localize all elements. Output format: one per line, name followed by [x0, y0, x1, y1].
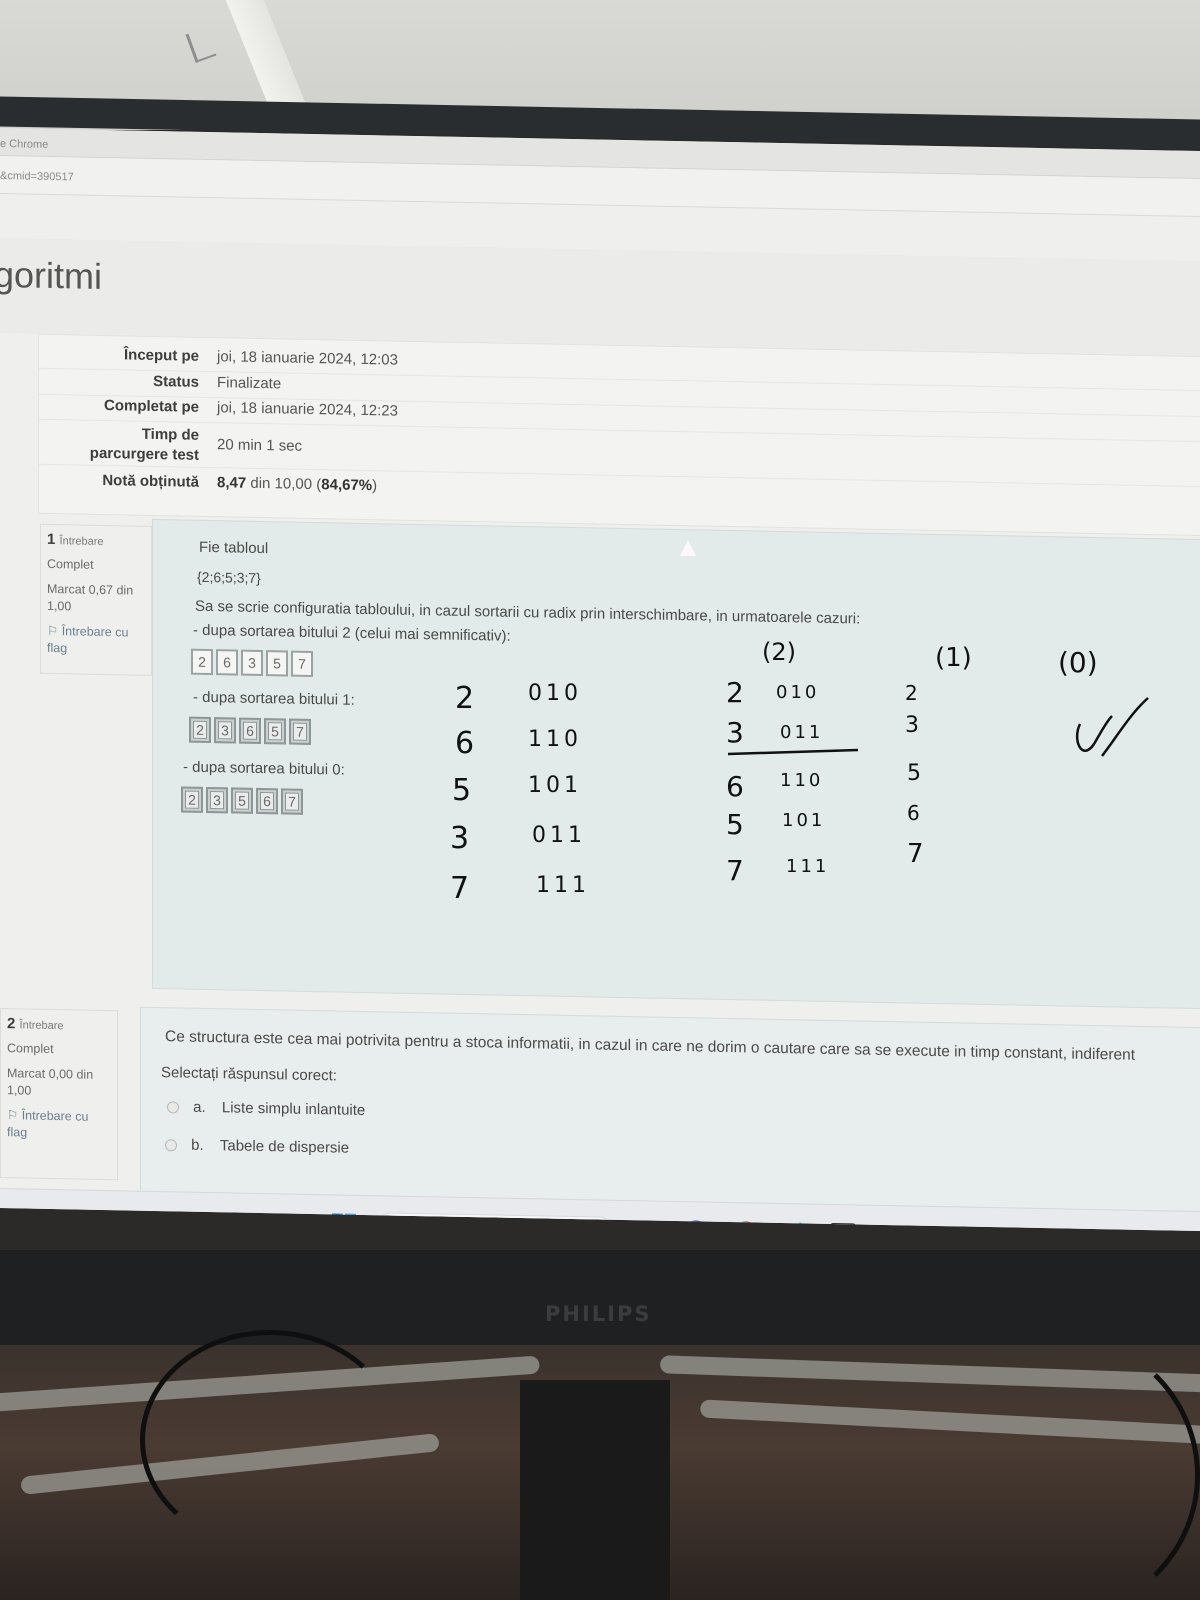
- flag-question-link[interactable]: ⚐ Întrebare cu flag: [7, 1107, 111, 1143]
- answer-tile[interactable]: 6: [216, 649, 238, 676]
- question-intro: Fie tabloul: [199, 538, 269, 558]
- monitor-brand-logo: PHILIPS: [545, 1302, 652, 1326]
- answer-tile-value: 7: [285, 792, 299, 811]
- grade-score: 8,47: [217, 474, 247, 492]
- summary-value: joi, 18 ianuarie 2024, 12:23: [217, 399, 398, 420]
- question-mark: Marcat 0,00 din 1,00: [7, 1066, 94, 1098]
- teams-chat-icon[interactable]: [683, 1220, 709, 1232]
- answer-tile[interactable]: 2: [191, 648, 213, 676]
- terminal-icon[interactable]: [830, 1222, 856, 1232]
- question-state: Complet: [7, 1041, 54, 1057]
- option-text: Tabele de dispersie: [219, 1137, 350, 1157]
- answer-tile[interactable]: 5: [231, 787, 253, 814]
- case-1-label: - dupa sortarea bitului 2 (celui mai sem…: [193, 621, 511, 645]
- vscode-icon[interactable]: [782, 1222, 808, 1231]
- monitor-stand: [520, 1380, 670, 1600]
- answer-tile[interactable]: 2: [181, 786, 203, 813]
- answer-tile[interactable]: 7: [289, 718, 311, 745]
- summary-value: joi, 18 ianuarie 2024, 12:03: [217, 348, 398, 369]
- course-title: goritmi: [0, 253, 103, 297]
- grade-mid: din 10,00 (: [246, 474, 322, 494]
- summary-label: Început pe: [123, 346, 199, 365]
- answer-tile[interactable]: 2: [189, 716, 211, 744]
- summary-value: Finalizate: [217, 374, 282, 393]
- answer-tile-value: 2: [185, 790, 199, 809]
- grade-end: ): [372, 477, 378, 495]
- flag-question-link[interactable]: ⚐ Întrebare cu flag: [47, 623, 145, 659]
- answer-tile[interactable]: 3: [241, 649, 263, 677]
- answer-option-a[interactable]: a. Liste simplu inlantuite: [167, 1098, 365, 1119]
- summary-label: Status: [153, 372, 199, 391]
- answer-tile-value: 5: [235, 791, 249, 810]
- case-1-answer-tiles[interactable]: 2 6 3 5 7: [191, 648, 313, 678]
- case-2-label: - dupa sortarea bitului 1:: [193, 688, 355, 709]
- summary-label: Timp de parcurgere test: [89, 425, 199, 464]
- taskbar-search[interactable]: Search: [376, 1212, 614, 1232]
- search-placeholder: Search: [413, 1219, 461, 1232]
- question-number: 2 Întrebare: [7, 1015, 111, 1034]
- monitor-screen: e Chrome &cmid=390517 goritmi Început pe…: [0, 128, 1200, 1232]
- url-text[interactable]: &cmid=390517: [0, 170, 74, 183]
- windows-start-icon[interactable]: [332, 1213, 356, 1232]
- radio-button[interactable]: [167, 1101, 179, 1114]
- browser-tab-title[interactable]: e Chrome: [0, 138, 48, 151]
- question-number-value: 1: [47, 530, 56, 549]
- answer-tile[interactable]: 3: [214, 717, 236, 744]
- question-number: 1 Întrebare: [47, 531, 145, 550]
- answer-tile-value: 7: [293, 722, 307, 741]
- answer-tile[interactable]: 6: [239, 717, 261, 745]
- question-number-label: Întrebare: [19, 1019, 64, 1033]
- flag-question-label[interactable]: Întrebare cu flag: [47, 624, 128, 655]
- answer-tile[interactable]: 3: [206, 786, 228, 814]
- case-3-answer-tiles[interactable]: 2 3 5 6 7: [181, 786, 303, 815]
- question-prompt: Ce structura este cea mai potrivita pent…: [165, 1028, 1136, 1064]
- case-2-answer-tiles[interactable]: 2 3 6 5 7: [189, 716, 311, 745]
- question-array: {2;6;5;3;7}: [197, 568, 261, 587]
- answer-tile[interactable]: 5: [266, 650, 288, 677]
- answer-tile-value: 6: [243, 721, 257, 740]
- case-3-label: - dupa sortarea bitului 0:: [183, 758, 345, 779]
- option-letter: a.: [193, 1098, 206, 1116]
- question-1-info: 1 Întrebare Complet Marcat 0,67 din 1,00…: [40, 523, 152, 676]
- flag-question-label[interactable]: Întrebare cu flag: [7, 1108, 88, 1139]
- answer-option-b[interactable]: b. Tabele de dispersie: [165, 1136, 349, 1157]
- question-1-content: Fie tabloul {2;6;5;3;7} Sa se scrie conf…: [152, 518, 1200, 1010]
- summary-value: 8,47 din 10,00 (84,67%): [217, 474, 377, 494]
- answer-tile[interactable]: 7: [291, 650, 313, 678]
- summary-label: Completat pe: [103, 396, 199, 416]
- answer-tile-value: 6: [260, 791, 274, 811]
- attempt-summary-table: Început pe joi, 18 ianuarie 2024, 12:03 …: [38, 333, 1200, 537]
- summary-value: 20 min 1 sec: [217, 436, 303, 455]
- task-view-icon[interactable]: [632, 1221, 652, 1232]
- grade-percent: 84,67%: [321, 476, 373, 495]
- radio-button[interactable]: [165, 1139, 177, 1152]
- select-answer-label: Selectați răspunsul corect:: [161, 1064, 337, 1085]
- answer-tile-value: 2: [193, 720, 207, 739]
- search-icon: [387, 1219, 401, 1232]
- answer-tile-value: 3: [210, 791, 224, 810]
- question-state: Complet: [47, 556, 94, 572]
- cable: [140, 1330, 400, 1550]
- option-text: Liste simplu inlantuite: [221, 1099, 366, 1120]
- question-number-label: Întrebare: [59, 535, 104, 548]
- answer-tile-value: 3: [218, 721, 232, 740]
- summary-label: Notă obținută: [102, 471, 199, 491]
- question-mark: Marcat 0,67 din 1,00: [47, 581, 134, 614]
- cable: [900, 1330, 1200, 1600]
- chrome-icon[interactable]: [733, 1221, 759, 1232]
- answer-tile-value: 5: [268, 722, 282, 741]
- option-letter: b.: [191, 1136, 204, 1154]
- question-number-value: 2: [7, 1015, 16, 1033]
- answer-tile[interactable]: 7: [281, 788, 303, 815]
- mouse-pointer-icon: [680, 540, 696, 556]
- question-2-info: 2 Întrebare Complet Marcat 0,00 din 1,00…: [0, 1008, 118, 1181]
- answer-tile[interactable]: 5: [264, 718, 286, 745]
- answer-tile[interactable]: 6: [256, 787, 278, 815]
